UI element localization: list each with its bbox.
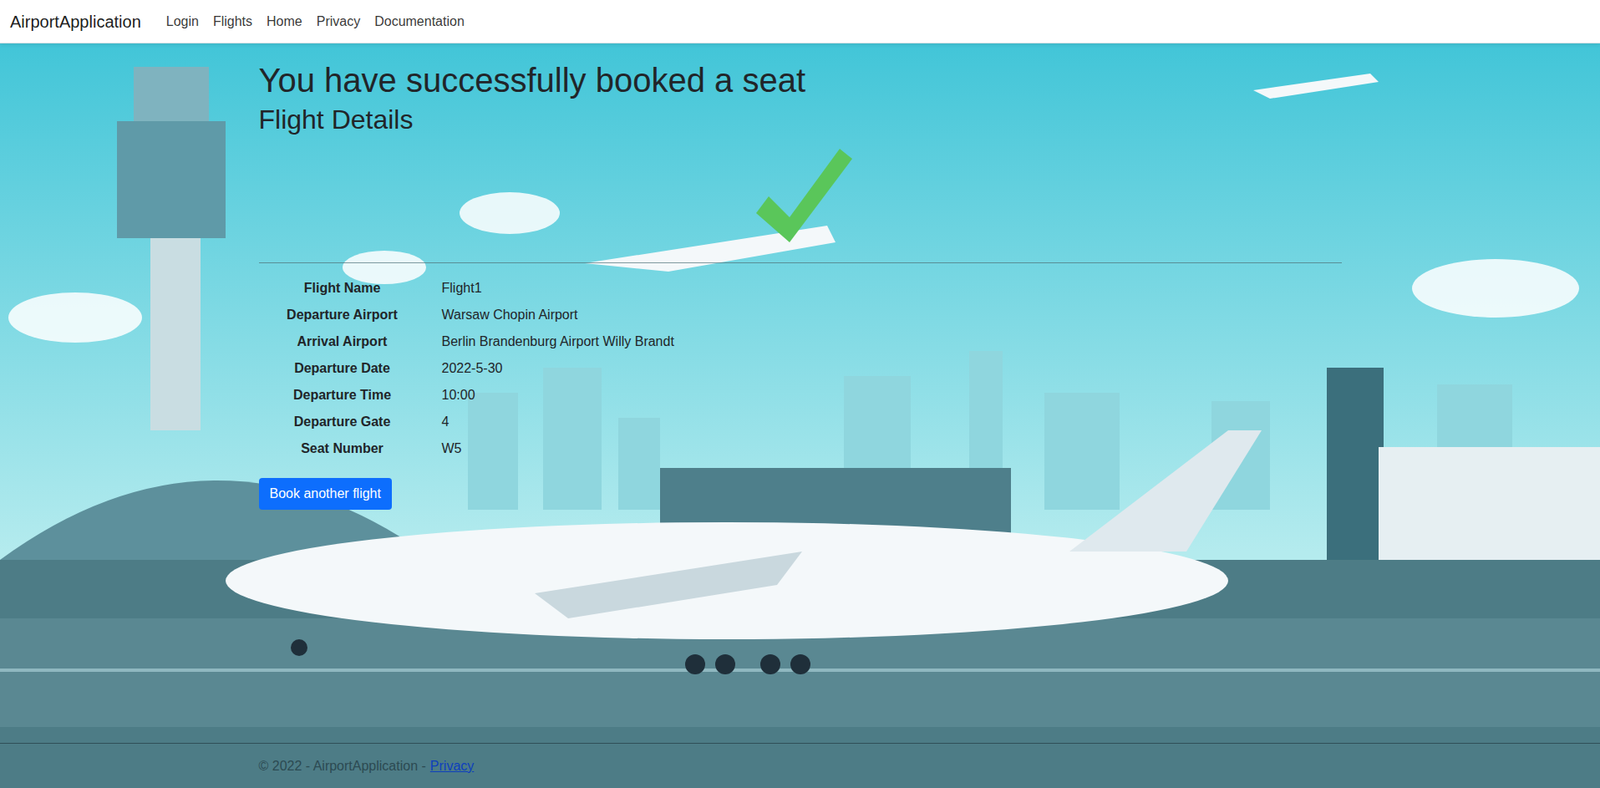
nav-link[interactable]: Documentation — [367, 11, 472, 32]
detail-label: Arrival Airport — [259, 328, 427, 356]
detail-label: Seat Number — [259, 435, 427, 463]
detail-value: Warsaw Chopin Airport — [426, 301, 675, 329]
navbar: AirportApplication LoginFlightsHomePrivac… — [0, 0, 1600, 44]
detail-label: Departure Airport — [259, 301, 427, 329]
divider — [259, 262, 1342, 264]
nav-link[interactable]: Flights — [206, 11, 260, 32]
main-content: You have successfully booked a seatFligh… — [248, 43, 1352, 743]
book-another-button[interactable]: Book another flight — [259, 477, 392, 510]
footer: © 2022 - AirportApplication -Privacy — [0, 742, 1600, 788]
detail-value: W5 — [426, 435, 675, 463]
spacer — [259, 135, 1342, 263]
privacy-link[interactable]: Privacy — [430, 756, 474, 777]
nav-links: LoginFlightsHomePrivacyDocumentation — [159, 11, 472, 32]
detail-value: 4 — [426, 408, 675, 436]
success-heading: You have successfully booked a seat — [259, 60, 1342, 101]
background-illustration — [0, 0, 1600, 788]
nav-link[interactable]: Home — [259, 11, 310, 32]
detail-value: Flight1 — [426, 274, 675, 302]
detail-value: 10:00 — [426, 381, 675, 409]
details-heading: Flight Details — [259, 103, 1342, 136]
detail-value: 2022-5-30 — [426, 355, 675, 382]
nav-link[interactable]: Login — [159, 11, 206, 32]
details-table: Flight NameFlight1Departure AirportWarsa… — [259, 274, 675, 463]
nav-link[interactable]: Privacy — [309, 11, 367, 32]
footer-text: © 2022 - AirportApplication - — [259, 756, 427, 777]
footer-content: © 2022 - AirportApplication -Privacy — [248, 743, 1352, 788]
detail-label: Flight Name — [259, 274, 427, 302]
brand-link[interactable]: AirportApplication — [10, 9, 142, 35]
detail-label: Departure Gate — [259, 408, 427, 436]
detail-label: Departure Time — [259, 381, 427, 409]
detail-value: Berlin Brandenburg Airport Willy Brandt — [426, 328, 675, 356]
detail-label: Departure Date — [259, 355, 427, 382]
